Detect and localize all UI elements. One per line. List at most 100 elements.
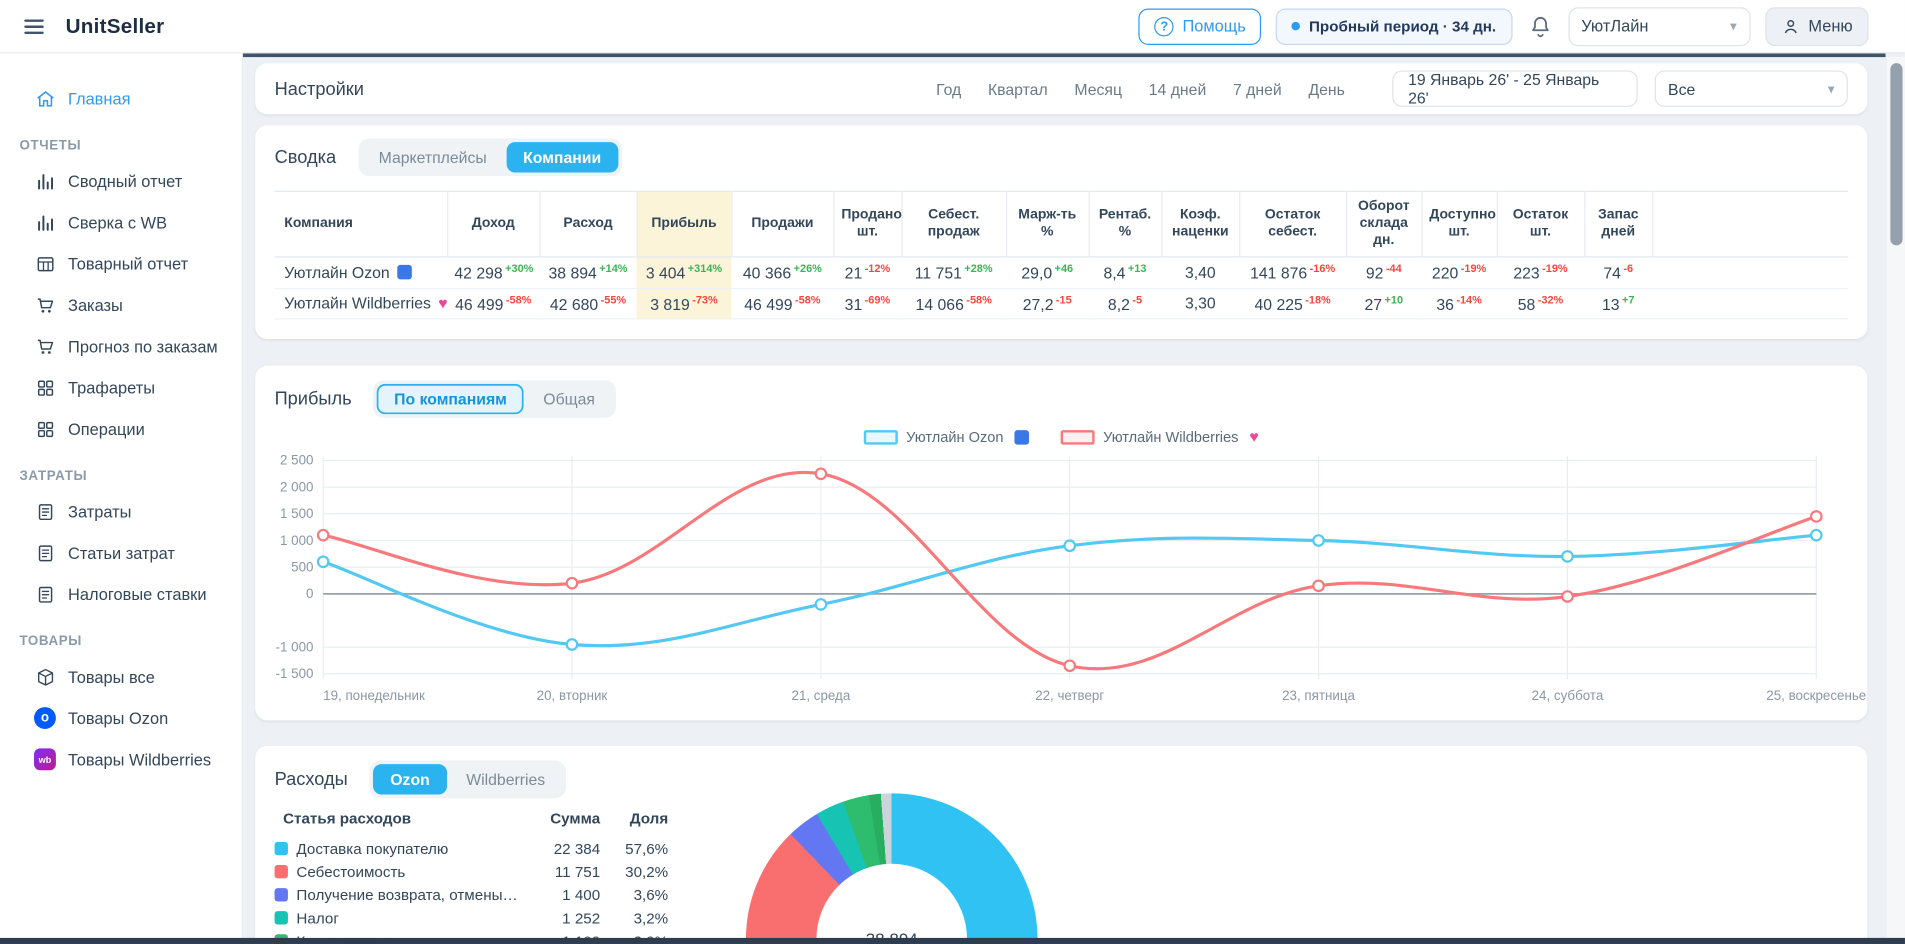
column-header: Доход <box>447 191 539 257</box>
expenses-card: Расходы OzonWildberries Статья расходов … <box>255 746 1867 944</box>
sidebar-item-summary-report[interactable]: Сводный отчет <box>0 160 242 201</box>
account-select[interactable]: УютЛайн ▾ <box>1568 7 1750 46</box>
sidebar-item-stencils[interactable]: Трафареты <box>0 367 242 408</box>
svg-text:19, понедельник: 19, понедельник <box>323 688 425 703</box>
column-header: Рентаб. % <box>1089 191 1162 257</box>
chart-legend: Уютлайн Ozon Уютлайн Wildberries♥ <box>275 428 1848 446</box>
svg-text:-1 500: -1 500 <box>276 666 314 681</box>
sidebar-item-expense-categories[interactable]: Статьи затрат <box>0 532 242 573</box>
column-header: Марж-ть % <box>1006 191 1089 257</box>
delta-badge: +13 <box>1128 263 1147 275</box>
sidebar-item-products-all[interactable]: Товары все <box>0 656 242 697</box>
table-row[interactable]: Уютлайн Wildberries♥46 499-58%42 680-55%… <box>275 288 1848 319</box>
tab-ozon[interactable]: Ozon <box>373 764 447 794</box>
metric-cell: 3 404+314% <box>637 257 732 288</box>
metric-cell: 13+7 <box>1584 288 1652 319</box>
period-button-7-days[interactable]: 7 дней <box>1222 72 1293 105</box>
delta-badge: -16% <box>1310 263 1336 275</box>
sidebar-item-products-ozon[interactable]: oТовары Ozon <box>0 697 242 738</box>
sidebar-item-tax-rates[interactable]: Налоговые ставки <box>0 573 242 614</box>
sidebar-item-label: Главная <box>68 89 130 107</box>
expense-category-label: Доставка покупателю <box>296 840 526 857</box>
period-button-day[interactable]: День <box>1298 72 1356 105</box>
svg-text:2 500: 2 500 <box>280 453 313 468</box>
sidebar-item-home[interactable]: Главная <box>0 78 242 119</box>
column-header: Запас дней <box>1584 191 1652 257</box>
sidebar-item-expenses[interactable]: Затраты <box>0 491 242 532</box>
metric-cell: 8,2-5 <box>1089 288 1162 319</box>
hamburger-menu-icon[interactable] <box>19 14 48 38</box>
help-button[interactable]: ? Помощь <box>1139 8 1262 44</box>
summary-tabs: МаркетплейсыКомпании <box>358 138 622 176</box>
summary-card: Сводка МаркетплейсыКомпании КомпанияДохо… <box>255 125 1867 339</box>
metric-cell: 31-69% <box>833 288 901 319</box>
filter-select[interactable]: Все ▾ <box>1655 70 1848 106</box>
expense-sum: 11 751 <box>526 863 600 880</box>
metric-cell: 27,2-15 <box>1006 288 1089 319</box>
settings-title: Настройки <box>275 78 364 99</box>
help-label: Помощь <box>1182 17 1245 35</box>
settings-card: Настройки ГодКварталМесяц14 дней7 днейДе… <box>255 63 1867 114</box>
category-color-swatch <box>275 911 288 924</box>
metric-cell: 58-32% <box>1497 288 1584 319</box>
period-button-month[interactable]: Месяц <box>1063 72 1132 105</box>
sidebar-item-products-wildberries[interactable]: wbТовары Wildberries <box>0 739 242 780</box>
sidebar-item-wb-reconciliation[interactable]: Сверка с WB <box>0 202 242 243</box>
profit-tabs: По компаниямОбщая <box>374 380 616 418</box>
sidebar-item-label: Сводный отчет <box>68 172 182 190</box>
table-icon <box>34 253 56 275</box>
metric-cell: 3,30 <box>1161 288 1239 319</box>
sidebar-item-label: Товары все <box>68 668 155 686</box>
trial-label: Пробный период · 34 дн. <box>1309 18 1496 35</box>
expenses-table-head: Статья расходов Сумма Доля <box>275 810 669 837</box>
table-row[interactable]: Уютлайн Ozon42 298+30%38 894+14%3 404+31… <box>275 257 1848 288</box>
bell-icon[interactable] <box>1527 13 1554 40</box>
delta-badge: -19% <box>1461 263 1487 275</box>
sidebar-section-title: ТОВАРЫ <box>0 634 242 649</box>
doc-icon <box>34 542 56 564</box>
sidebar-item-operations[interactable]: Операции <box>0 408 242 449</box>
company-cell: Уютлайн Wildberries♥ <box>275 288 448 319</box>
grid-icon <box>34 377 56 399</box>
legend-item[interactable]: Уютлайн Ozon <box>864 428 1029 445</box>
sidebar-item-label: Товары Wildberries <box>68 750 211 768</box>
expense-share: 57,6% <box>600 840 668 857</box>
menu-label: Меню <box>1808 17 1852 35</box>
expense-row: Получение возврата, отмены, ...1 4003,6% <box>275 883 669 906</box>
period-button-year[interactable]: Год <box>925 72 972 105</box>
sidebar-item-order-forecast[interactable]: Прогноз по заказам <box>0 326 242 367</box>
tab-total[interactable]: Общая <box>526 384 612 414</box>
scrollbar-thumb[interactable] <box>1890 63 1902 245</box>
expense-category-label: Себестоимость <box>296 863 526 880</box>
sidebar-item-label: Статьи затрат <box>68 544 175 562</box>
date-range-input[interactable]: 19 Январь 26' - 25 Январь 26' <box>1392 70 1637 106</box>
period-button-14-days[interactable]: 14 дней <box>1138 72 1217 105</box>
legend-swatch <box>1061 430 1095 445</box>
period-button-quarter[interactable]: Квартал <box>977 72 1059 105</box>
delta-badge: -5 <box>1132 294 1142 306</box>
main-content: Настройки ГодКварталМесяц14 дней7 днейДе… <box>243 57 1886 944</box>
column-header: Остаток себест. <box>1239 191 1346 257</box>
sidebar-item-orders[interactable]: Заказы <box>0 284 242 325</box>
cart-icon <box>34 335 56 357</box>
tab-by-companies[interactable]: По компаниям <box>377 384 524 414</box>
bottom-edge-bar <box>0 938 1905 944</box>
vertical-scrollbar[interactable] <box>1886 57 1905 944</box>
tab-wildberries[interactable]: Wildberries <box>449 764 562 794</box>
expenses-tabs: OzonWildberries <box>370 761 566 799</box>
bars-icon <box>34 211 56 233</box>
tab-companies[interactable]: Компании <box>506 142 618 172</box>
metric-cell: 36-14% <box>1421 288 1496 319</box>
question-icon: ? <box>1155 16 1174 35</box>
legend-item[interactable]: Уютлайн Wildberries♥ <box>1061 428 1259 446</box>
menu-button[interactable]: Меню <box>1765 7 1869 46</box>
svg-text:21, среда: 21, среда <box>792 688 851 703</box>
delta-badge: -14% <box>1456 294 1482 306</box>
tab-marketplaces[interactable]: Маркетплейсы <box>362 142 504 172</box>
expense-category-label: Налог <box>296 909 526 926</box>
sidebar-item-product-report[interactable]: Товарный отчет <box>0 243 242 284</box>
chevron-down-icon: ▾ <box>1828 81 1835 97</box>
metric-cell: 21-12% <box>833 257 901 288</box>
summary-table-body: Уютлайн Ozon42 298+30%38 894+14%3 404+31… <box>275 257 1848 319</box>
sidebar-item-label: Сверка с WB <box>68 213 167 231</box>
